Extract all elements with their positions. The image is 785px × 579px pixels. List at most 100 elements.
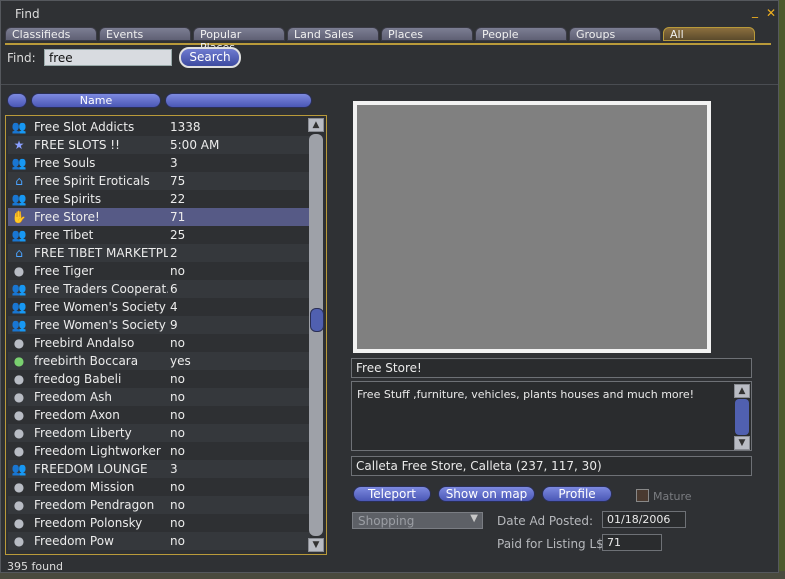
column-header-name[interactable]: Name	[31, 93, 161, 108]
result-row[interactable]: 👥 Free Spirits 22	[8, 190, 310, 208]
result-value: 2	[170, 246, 178, 260]
result-row[interactable]: 👥 Free Souls 3	[8, 154, 310, 172]
house-icon: ⌂	[15, 246, 23, 260]
scroll-up-arrow-icon[interactable]: ▲	[308, 118, 324, 132]
desc-scroll-thumb[interactable]	[735, 399, 749, 435]
tab-popular-places[interactable]: Popular Places	[193, 27, 285, 54]
scroll-thumb[interactable]	[310, 308, 324, 332]
result-name: Freedom Ash	[34, 390, 112, 404]
results-scrollbar[interactable]: ▲ ▼	[308, 118, 324, 552]
show-on-map-button[interactable]: Show on map	[438, 486, 535, 502]
result-row[interactable]: ⌂ FREE TIBET MARKETPLA...2	[8, 244, 310, 262]
result-value: 1338	[170, 120, 201, 134]
paid-listing-label: Paid for Listing L$	[497, 537, 604, 551]
person-icon: ●	[13, 426, 25, 440]
desc-scroll-up-arrow-icon[interactable]: ▲	[734, 384, 750, 398]
close-icon[interactable]: ✕	[766, 7, 776, 19]
event-icon: ★	[13, 138, 25, 152]
column-header-value[interactable]	[165, 93, 312, 108]
result-name: Free Women's Society ...	[34, 318, 168, 332]
result-row[interactable]: ● Freedom Pow no	[8, 532, 310, 550]
result-value: no	[170, 336, 185, 350]
mature-checkbox[interactable]	[636, 489, 649, 502]
tab-people[interactable]: People	[475, 27, 567, 41]
column-header-icon[interactable]	[7, 93, 27, 108]
online-person-icon: ●	[13, 354, 25, 368]
result-row[interactable]: ● freebirth Boccara yes	[8, 352, 310, 370]
search-button[interactable]: Search	[179, 47, 241, 68]
result-row[interactable]: ● Freedom Liberty no	[8, 424, 310, 442]
find-window: Find _ ✕ Classifieds Events Popular Plac…	[0, 0, 779, 573]
result-row[interactable]: ● Freedom Pendragon no	[8, 496, 310, 514]
result-name: Free Spirit Eroticals	[34, 174, 150, 188]
tab-places[interactable]: Places	[381, 27, 473, 41]
result-row[interactable]: ● Freebird Andalso no	[8, 334, 310, 352]
result-name: Freedom Liberty	[34, 426, 132, 440]
search-input[interactable]	[44, 49, 172, 66]
house-icon: ⌂	[15, 174, 23, 188]
tab-classifieds[interactable]: Classifieds	[5, 27, 97, 41]
group-icon: 👥	[11, 462, 27, 476]
result-row[interactable]: ● freedog Babeli no	[8, 370, 310, 388]
tab-groups[interactable]: Groups	[569, 27, 661, 41]
result-name: Freedom Axon	[34, 408, 120, 422]
result-value: no	[170, 444, 185, 458]
result-name: Free Souls	[34, 156, 96, 170]
result-name: Free Store!	[34, 210, 100, 224]
result-row[interactable]: ● Freedom Mission no	[8, 478, 310, 496]
result-name: Freedom Polonsky	[34, 516, 143, 530]
result-row[interactable]: ● Freedom Ash no	[8, 388, 310, 406]
result-row[interactable]: 👥 Free Women's Society ... 9	[8, 316, 310, 334]
person-icon: ●	[13, 480, 25, 494]
result-row[interactable]: 👥 FREEDOM LOUNGE 3	[8, 460, 310, 478]
result-row[interactable]: ● Freedom Polonsky no	[8, 514, 310, 532]
result-row[interactable]: ● Free Tiger no	[8, 262, 310, 280]
result-value: 6	[170, 282, 178, 296]
minimize-icon[interactable]: _	[752, 5, 758, 17]
result-name: Freebird Andalso	[34, 336, 135, 350]
scroll-down-arrow-icon[interactable]: ▼	[308, 538, 324, 552]
scroll-track[interactable]	[309, 134, 324, 536]
group-icon: 👥	[11, 192, 27, 206]
category-dropdown[interactable]: Shopping ▼	[352, 512, 483, 529]
group-icon: 👥	[11, 228, 27, 242]
result-row[interactable]: ● Freedom Lightworker no	[8, 442, 310, 460]
result-name: Freedom Pendragon	[34, 498, 155, 512]
result-row[interactable]: ★ FREE SLOTS !! 5:00 AM	[8, 136, 310, 154]
result-row[interactable]: ✋ Free Store! 71	[8, 208, 310, 226]
result-row[interactable]: ⌂ Free Spirit Eroticals 75	[8, 172, 310, 190]
result-row[interactable]: 👥 Free Traders Cooperat... 6	[8, 280, 310, 298]
description-scrollbar[interactable]: ▲ ▼	[734, 384, 750, 450]
tab-land-sales[interactable]: Land Sales	[287, 27, 379, 41]
title-bar[interactable]: Find _ ✕	[1, 1, 778, 23]
tab-events[interactable]: Events	[99, 27, 191, 41]
result-row[interactable]: 👥 Free Slot Addicts 1338	[8, 118, 310, 136]
window-title: Find	[15, 7, 40, 21]
result-row[interactable]: 👥 Free Women's Society ... 4	[8, 298, 310, 316]
result-value: 3	[170, 156, 178, 170]
person-icon: ●	[13, 534, 25, 548]
result-value: 9	[170, 318, 178, 332]
result-value: no	[170, 480, 185, 494]
tab-bar: Classifieds Events Popular Places Land S…	[5, 25, 771, 54]
desc-scroll-down-arrow-icon[interactable]: ▼	[734, 436, 750, 450]
category-value: Shopping	[358, 514, 415, 528]
paid-listing-field: 71	[602, 534, 662, 551]
result-name: Free Slot Addicts	[34, 120, 135, 134]
results-list[interactable]: ● Freedom Pow no ● Freedom Polonsky no ● Freedo…	[5, 115, 327, 555]
result-name: Free Traders Cooperat...	[34, 282, 168, 296]
result-row[interactable]: 👥 Free Tibet 25	[8, 226, 310, 244]
detail-description-box[interactable]: Free Stuff ,furniture, vehicles, plants …	[351, 381, 752, 451]
result-row[interactable]: ● Freedom Axon no	[8, 406, 310, 424]
teleport-button[interactable]: Teleport	[353, 486, 431, 502]
result-name: freebirth Boccara	[34, 354, 139, 368]
group-icon: 👥	[11, 120, 27, 134]
result-value: no	[170, 390, 185, 404]
result-value: no	[170, 408, 185, 422]
place-snapshot-image	[353, 101, 711, 353]
tab-all[interactable]: All	[663, 27, 755, 41]
profile-button[interactable]: Profile	[542, 486, 612, 502]
detail-location-field: Calleta Free Store, Calleta (237, 117, 3…	[351, 456, 752, 476]
person-icon: ●	[13, 390, 25, 404]
group-icon: 👥	[11, 282, 27, 296]
